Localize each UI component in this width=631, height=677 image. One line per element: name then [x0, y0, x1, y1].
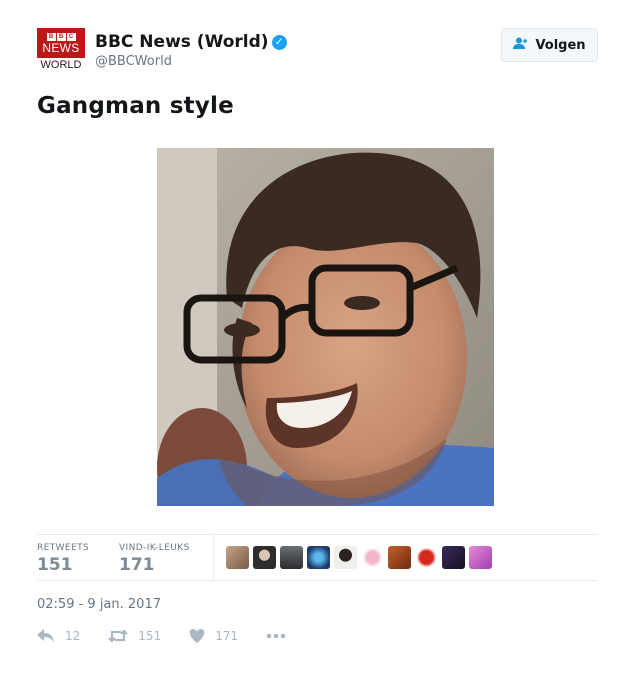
- follow-button[interactable]: Volgen: [501, 28, 598, 62]
- like-count: 171: [215, 629, 239, 643]
- stats-divider: [213, 535, 214, 580]
- heart-icon: [189, 629, 205, 643]
- author-info: BBC News (World) ✓ @BBCWorld: [95, 31, 287, 70]
- liker-avatars: [226, 546, 492, 569]
- liker-avatar[interactable]: [388, 546, 411, 569]
- retweet-count: 151: [138, 629, 162, 643]
- liker-avatar[interactable]: [253, 546, 276, 569]
- liker-avatar[interactable]: [307, 546, 330, 569]
- likes-value: 171: [119, 555, 155, 575]
- retweets-stat[interactable]: RETWEETS 151: [37, 542, 89, 576]
- author-display-name-row[interactable]: BBC News (World) ✓: [95, 31, 287, 53]
- tweet-actions: 12 151 171: [37, 626, 314, 646]
- author-display-name[interactable]: BBC News (World): [95, 31, 269, 53]
- liker-avatar[interactable]: [280, 546, 303, 569]
- likes-stat[interactable]: VIND-IK-LEUKS 171: [119, 542, 190, 576]
- tweet-photo[interactable]: [157, 148, 494, 506]
- bbc-world-avatar[interactable]: B B C NEWS WORLD: [37, 28, 85, 72]
- more-button[interactable]: [266, 633, 286, 639]
- liker-avatar[interactable]: [361, 546, 384, 569]
- retweets-value: 151: [37, 555, 73, 575]
- liker-avatar[interactable]: [469, 546, 492, 569]
- tweet-header: B B C NEWS WORLD BBC News (World) ✓ @BBC…: [37, 28, 598, 74]
- tweet-text: Gangman style: [37, 93, 234, 119]
- likes-label: VIND-IK-LEUKS: [119, 543, 190, 553]
- retweets-label: RETWEETS: [37, 543, 90, 553]
- reply-button[interactable]: 12: [37, 629, 80, 643]
- follow-button-label: Volgen: [535, 37, 586, 53]
- liker-avatar[interactable]: [442, 546, 465, 569]
- liker-avatar[interactable]: [334, 546, 357, 569]
- reply-icon: [37, 629, 55, 643]
- retweet-button[interactable]: 151: [108, 629, 161, 643]
- tweet-timestamp[interactable]: 02:59 - 9 jan. 2017: [37, 597, 161, 612]
- follow-person-icon: [513, 37, 529, 54]
- tweet-stats: RETWEETS 151 VIND-IK-LEUKS 171: [37, 534, 598, 581]
- liker-avatar[interactable]: [415, 546, 438, 569]
- verified-badge-icon: ✓: [271, 34, 287, 50]
- author-handle[interactable]: @BBCWorld: [95, 54, 287, 70]
- reply-count: 12: [65, 629, 81, 643]
- liker-avatar[interactable]: [226, 546, 249, 569]
- like-button[interactable]: 171: [189, 629, 238, 643]
- retweet-icon: [108, 629, 129, 643]
- more-dots-icon: [266, 633, 286, 639]
